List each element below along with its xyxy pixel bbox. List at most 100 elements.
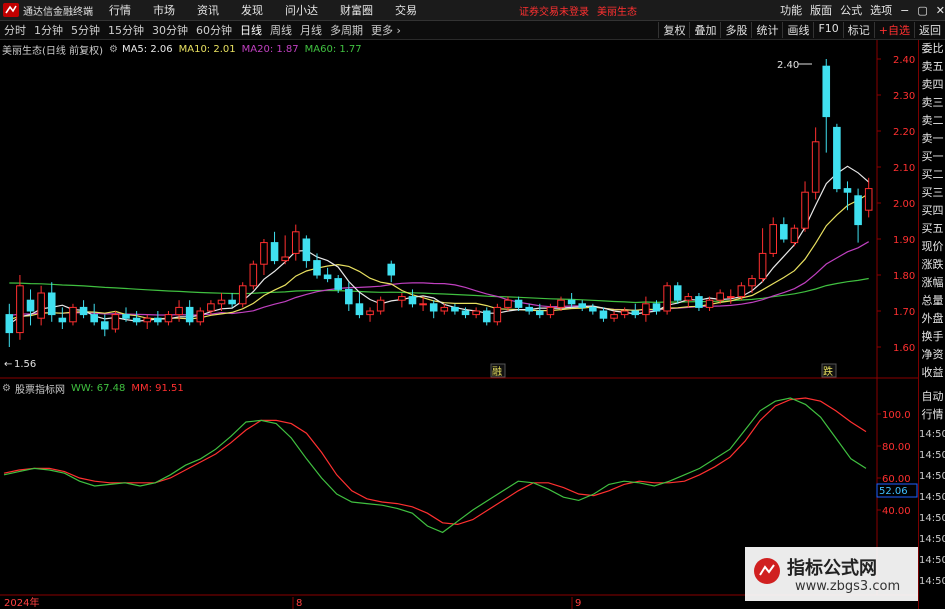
indicator-axis-label: 100.0	[882, 410, 911, 421]
candle-up	[281, 256, 289, 262]
side-item-weibi[interactable]: 委比	[919, 40, 945, 58]
btn-back[interactable]: 返回	[914, 22, 945, 38]
date-label-2024: 2024年	[4, 596, 39, 609]
candle-up	[758, 252, 767, 280]
candle-down	[599, 310, 608, 319]
candle-up	[684, 296, 693, 301]
side-item-sell4[interactable]: 卖四	[919, 76, 945, 94]
candle-down	[652, 303, 661, 312]
tick-time: 14:50	[919, 576, 945, 587]
side-item-change[interactable]: 涨跌	[919, 256, 945, 274]
candle-up	[164, 314, 173, 323]
candle-down	[47, 292, 56, 316]
candle-down	[631, 310, 640, 316]
close-icon[interactable]: ✕	[936, 4, 945, 17]
side-item-earnings[interactable]: 收益	[919, 364, 945, 382]
badge-die: 跌	[823, 365, 833, 378]
quote-side-panel: 委比 卖五 卖四 卖三 卖二 卖一 买一 买二 买三 买四 买五 现价 涨跌 涨…	[918, 40, 945, 609]
candle-up	[260, 242, 268, 265]
candle-up	[143, 317, 152, 323]
date-axis: 2024年 8 9	[4, 596, 581, 609]
candle-up	[801, 191, 809, 229]
side-item-price[interactable]: 现价	[919, 238, 945, 256]
side-item-turnover[interactable]: 换手	[919, 328, 945, 346]
maximize-icon[interactable]: ▢	[917, 4, 927, 17]
candle-down	[228, 299, 236, 305]
candle-down	[536, 310, 544, 316]
candle-down	[270, 242, 279, 262]
price-axis-label: 2.10	[893, 163, 915, 174]
date-label-sep: 9	[575, 598, 581, 609]
ww-line	[3, 397, 867, 534]
candle-down	[58, 317, 67, 323]
tick-time: 14:50	[919, 492, 945, 503]
side-item-sell3[interactable]: 卖三	[919, 94, 945, 112]
side-item-buy4[interactable]: 买四	[919, 202, 945, 220]
tick-time: 14:50	[919, 471, 945, 482]
candle-down	[567, 299, 576, 305]
candle-up	[642, 303, 650, 316]
side-item-sell5[interactable]: 卖五	[919, 58, 945, 76]
moving-average-lines	[8, 165, 870, 325]
candle-up	[16, 285, 24, 334]
price-axis-label: 2.30	[893, 91, 915, 102]
watermark-url: www.zbgs3.com	[795, 579, 901, 594]
side-item-auto[interactable]: 自动	[919, 388, 945, 406]
candle-up	[790, 227, 799, 244]
candle-down	[514, 299, 523, 308]
kline-chart[interactable]: 2.40 2.30 2.20 2.10 2.00 1.90 1.80 1.70 1.60 100…	[0, 0, 918, 609]
candle-up	[663, 285, 671, 312]
high-price-mark: 2.40	[777, 60, 799, 71]
candle-down	[132, 317, 141, 323]
side-item-netasset[interactable]: 净资	[919, 346, 945, 364]
price-axis-label: 1.60	[893, 343, 915, 354]
side-item-buy2[interactable]: 买二	[919, 166, 945, 184]
price-axis-label: 1.80	[893, 271, 915, 282]
candle-up	[864, 188, 873, 211]
indicator-axis-label: 80.00	[882, 442, 911, 453]
ma20-line	[9, 241, 869, 317]
watermark-logo-icon	[754, 558, 780, 584]
price-axis: 2.40 2.30 2.20 2.10 2.00 1.90 1.80 1.70 1.60	[877, 55, 915, 354]
candle-up	[249, 263, 258, 287]
current-value-label: 52.06	[879, 486, 908, 497]
side-item-volume[interactable]: 总量	[919, 292, 945, 310]
candle-down	[461, 310, 470, 316]
side-item-pct[interactable]: 涨幅	[919, 274, 945, 292]
price-axis-label: 2.40	[893, 55, 915, 66]
candle-up	[217, 299, 226, 305]
price-axis-label: 1.90	[893, 235, 915, 246]
candle-up	[811, 141, 820, 193]
side-item-buy5[interactable]: 买五	[919, 220, 945, 238]
side-item-quotes[interactable]: 行情	[919, 406, 945, 424]
watermark: 指标公式网 www.zbgs3.com	[745, 547, 918, 601]
price-axis-label: 1.70	[893, 307, 915, 318]
candle-up	[440, 306, 449, 312]
indicator-axis: 100.0 80.00 60.00 40.00	[877, 410, 911, 517]
candle-down	[525, 306, 533, 312]
candle-down	[79, 306, 88, 316]
candle-up	[716, 292, 724, 301]
candle-down	[482, 310, 491, 323]
candle-down	[154, 317, 162, 323]
side-item-buy1[interactable]: 买一	[919, 148, 945, 166]
side-item-outer[interactable]: 外盘	[919, 310, 945, 328]
candle-up	[207, 303, 215, 312]
candle-down	[833, 126, 841, 190]
side-item-sell1[interactable]: 卖一	[919, 130, 945, 148]
candle-up	[196, 310, 205, 323]
candle-up	[398, 296, 406, 301]
candle-up	[493, 306, 502, 323]
candle-up	[620, 310, 629, 316]
candle-down	[780, 224, 788, 240]
candle-up	[69, 306, 77, 323]
side-item-sell2[interactable]: 卖二	[919, 112, 945, 130]
low-arrow-icon: ←	[4, 359, 12, 370]
candle-down	[323, 274, 332, 280]
candle-up	[610, 314, 618, 319]
indicator-axis-label: 40.00	[882, 506, 911, 517]
candle-up	[748, 278, 756, 287]
candle-down	[695, 296, 703, 308]
side-item-buy3[interactable]: 买三	[919, 184, 945, 202]
candle-up	[504, 299, 512, 308]
